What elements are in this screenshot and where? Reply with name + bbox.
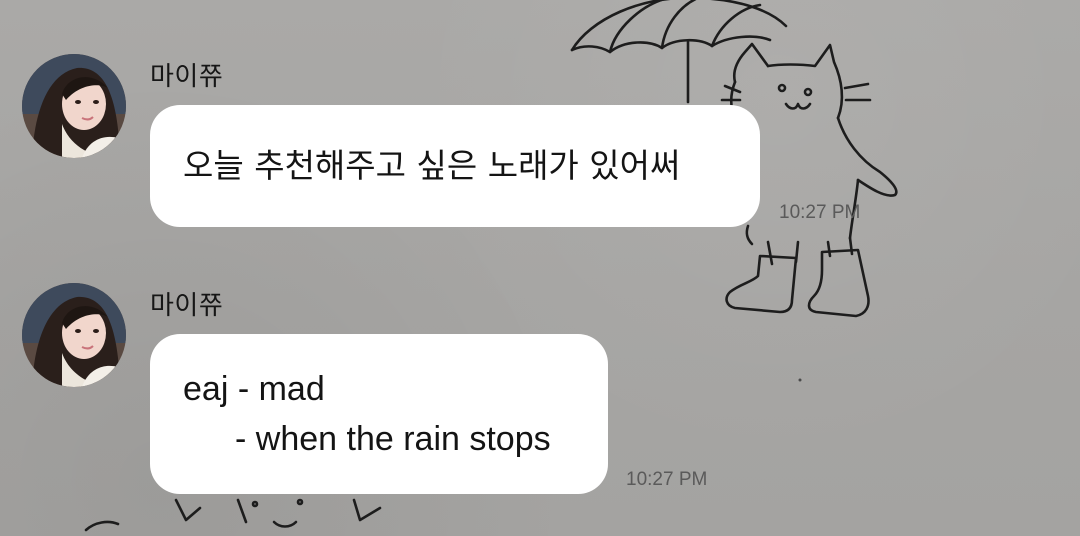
profile-photo-icon: [22, 54, 126, 158]
profile-photo-icon: [22, 283, 126, 387]
sender-name: 마이쮸: [150, 291, 224, 321]
message-line: - when the rain stops: [235, 420, 551, 458]
avatar[interactable]: [22, 54, 126, 158]
message-bubble[interactable]: eaj - mad - when the rain stops: [150, 334, 608, 494]
avatar[interactable]: [22, 283, 126, 387]
message-timestamp: 10:27 PM: [626, 469, 708, 490]
message-line: eaj - mad: [183, 370, 325, 408]
message-timestamp: 10:27 PM: [779, 202, 861, 223]
message-bubble[interactable]: 오늘 추천해주고 싶은 노래가 있어써: [150, 105, 760, 227]
sender-name: 마이쮸: [150, 62, 224, 92]
message-text: 오늘 추천해주고 싶은 노래가 있어써: [183, 146, 681, 185]
